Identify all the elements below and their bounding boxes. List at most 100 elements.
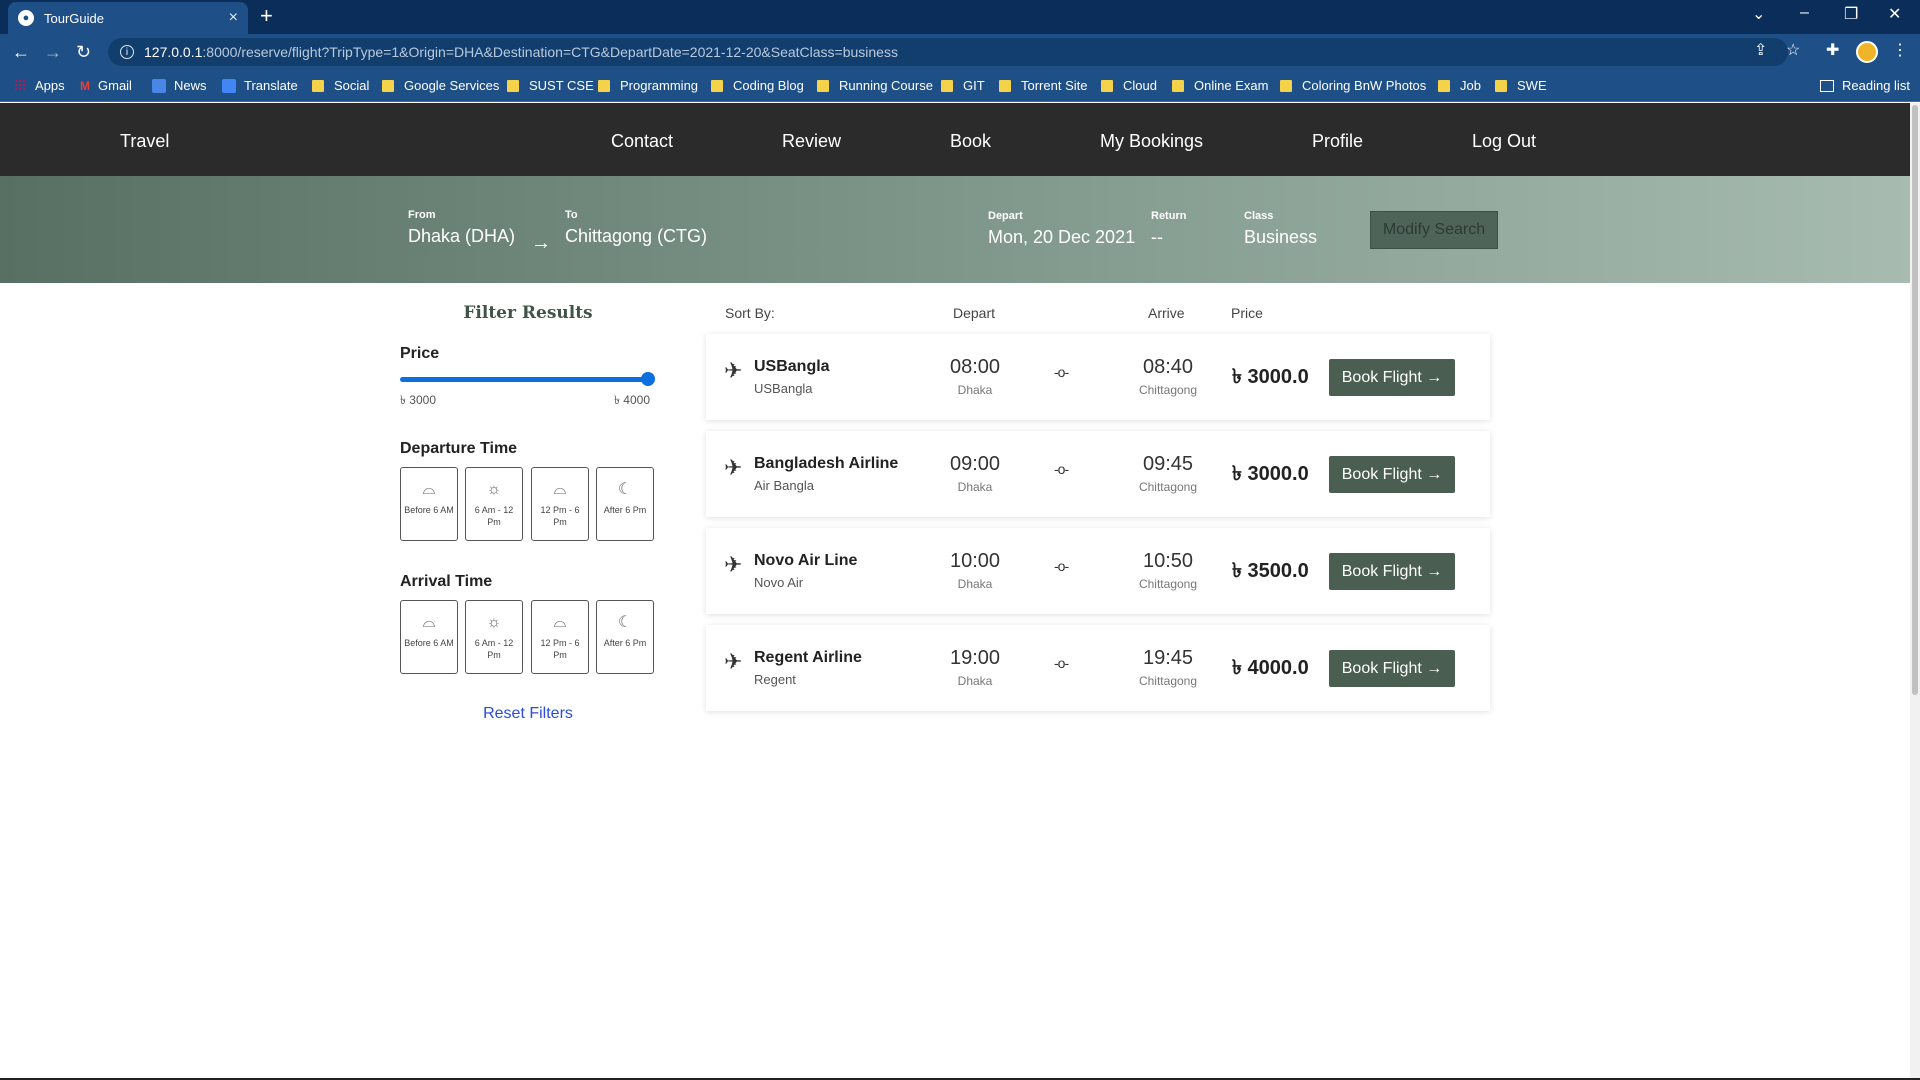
reading-list-icon (1820, 79, 1834, 92)
bookmark-star-icon[interactable]: ☆ (1786, 40, 1800, 60)
flight-price: ৳ 3000.0 (1232, 366, 1309, 388)
plane-departure-icon: ✈ (724, 552, 743, 577)
back-icon[interactable]: ← (12, 42, 30, 62)
price-slider-track[interactable] (400, 377, 654, 382)
book-flight-button[interactable]: Book Flight → (1329, 359, 1455, 396)
bookmark-folder[interactable]: Programming (598, 78, 698, 93)
search-summary: From Dhaka (DHA) → To Chittagong (CTG) D… (0, 176, 1910, 283)
extensions-icon[interactable]: ✚ (1826, 40, 1839, 60)
close-window-icon[interactable]: ✕ (1888, 4, 1901, 24)
bookmark-folder[interactable]: Coloring BnW Photos (1280, 78, 1426, 93)
to-label: To (565, 209, 578, 221)
arrive-city: Chittagong (1138, 383, 1198, 397)
bookmark-folder[interactable]: SWE (1495, 78, 1547, 93)
browser-toolbar: ← → ↻ i 127.0.0.1:8000/reserve/flight?Tr… (0, 34, 1920, 70)
reading-list[interactable]: Reading list (1820, 78, 1910, 93)
site-navbar: Travel Contact Review Book My Bookings P… (0, 103, 1910, 176)
bookmark-folder[interactable]: Social (312, 78, 369, 93)
duration-icon: -o- (1054, 461, 1069, 477)
book-flight-button[interactable]: Book Flight → (1329, 553, 1455, 590)
departure-slot-before-6am[interactable]: ⌓ Before 6 AM (400, 467, 458, 541)
from-label: From (408, 209, 436, 221)
arrive-time: 19:45 (1142, 647, 1194, 669)
nav-my-bookings[interactable]: My Bookings (1100, 131, 1203, 152)
page-scrollbar-thumb[interactable] (1912, 105, 1918, 695)
nav-contact[interactable]: Contact (611, 131, 673, 152)
modify-search-button[interactable]: Modify Search (1370, 211, 1498, 249)
bookmark-folder[interactable]: Online Exam (1172, 78, 1268, 93)
depart-time: 10:00 (949, 550, 1001, 572)
duration-icon: -o- (1054, 655, 1069, 671)
folder-icon (941, 79, 953, 92)
bookmark-folder[interactable]: GIT (941, 78, 985, 93)
tab-search-icon[interactable]: ⌄ (1752, 4, 1765, 24)
share-icon[interactable]: ⇪ (1754, 40, 1767, 60)
arrival-slot-morning[interactable]: ☼ 6 Am - 12 Pm (465, 600, 523, 674)
reload-icon[interactable]: ↻ (76, 42, 91, 62)
arrival-slot-before-6am[interactable]: ⌓ Before 6 AM (400, 600, 458, 674)
departure-slot-night[interactable]: ☾ After 6 Pm (596, 467, 654, 541)
airline-code: Regent (754, 672, 796, 687)
airline-code: USBangla (754, 381, 813, 396)
bookmark-folder[interactable]: Cloud (1101, 78, 1157, 93)
site-info-icon[interactable]: i (120, 45, 134, 59)
arrival-slot-night[interactable]: ☾ After 6 Pm (596, 600, 654, 674)
nav-review[interactable]: Review (782, 131, 841, 152)
depart-time: 08:00 (949, 356, 1001, 378)
flight-card: ✈ Novo Air Line Novo Air 10:00 Dhaka -o-… (706, 528, 1490, 614)
reset-filters-link[interactable]: Reset Filters (400, 705, 656, 723)
arrive-city: Chittagong (1138, 674, 1198, 688)
departure-time-label: Departure Time (400, 440, 518, 457)
airline-name: Regent Airline (754, 649, 862, 666)
sort-depart[interactable]: Depart (953, 305, 995, 321)
folder-icon (312, 79, 324, 92)
new-tab-icon[interactable]: + (260, 5, 273, 27)
sun-icon: ☼ (486, 481, 502, 498)
bookmark-folder[interactable]: Job (1438, 78, 1481, 93)
restore-icon[interactable]: ❐ (1844, 4, 1858, 24)
arrival-slot-afternoon[interactable]: ⌓ 12 Pm - 6 Pm (531, 600, 589, 674)
sort-price[interactable]: Price (1231, 305, 1263, 321)
forward-icon[interactable]: → (44, 42, 62, 62)
sun-icon: ☼ (486, 614, 502, 631)
depart-time: 09:00 (949, 453, 1001, 475)
bookmark-folder[interactable]: Torrent Site (999, 78, 1087, 93)
bookmark-folder[interactable]: Coding Blog (711, 78, 804, 93)
departure-slot-afternoon[interactable]: ⌓ 12 Pm - 6 Pm (531, 467, 589, 541)
sunset-icon: ⌓ (553, 614, 567, 631)
bookmark-folder[interactable]: SUST CSE (507, 78, 594, 93)
address-bar[interactable]: i 127.0.0.1:8000/reserve/flight?TripType… (108, 38, 1788, 66)
bookmark-translate[interactable]: Translate (222, 78, 298, 93)
airline-name: USBangla (754, 358, 830, 375)
sort-arrive[interactable]: Arrive (1148, 305, 1185, 321)
browser-tab[interactable]: ● TourGuide × (8, 2, 248, 34)
bookmark-news[interactable]: News (152, 78, 207, 93)
plane-departure-icon: ✈ (724, 649, 743, 674)
departure-slot-morning[interactable]: ☼ 6 Am - 12 Pm (465, 467, 523, 541)
nav-logout[interactable]: Log Out (1472, 131, 1536, 152)
duration-icon: -o- (1054, 558, 1069, 574)
arrive-time: 08:40 (1142, 356, 1194, 378)
nav-book[interactable]: Book (950, 131, 991, 152)
moon-icon: ☾ (617, 481, 633, 498)
folder-icon (1495, 79, 1507, 92)
book-flight-button[interactable]: Book Flight → (1329, 650, 1455, 687)
return-label: Return (1151, 210, 1187, 222)
bookmark-folder[interactable]: Google Services (382, 78, 499, 93)
plane-departure-icon: ✈ (724, 358, 743, 383)
bookmark-folder[interactable]: Running Course (817, 78, 933, 93)
class-value: Business (1244, 227, 1318, 247)
airline-code: Novo Air (754, 575, 804, 590)
profile-avatar[interactable] (1856, 41, 1878, 63)
menu-icon[interactable]: ⋮ (1892, 40, 1908, 60)
price-slider-thumb[interactable] (641, 372, 655, 386)
arrive-time: 10:50 (1142, 550, 1194, 572)
nav-profile[interactable]: Profile (1312, 131, 1363, 152)
close-tab-icon[interactable]: × (229, 9, 238, 27)
bookmark-apps[interactable]: Apps (14, 78, 65, 93)
brand-link[interactable]: Travel (120, 131, 169, 152)
book-flight-button[interactable]: Book Flight → (1329, 456, 1455, 493)
minimize-icon[interactable]: – (1800, 4, 1809, 22)
class-label: Class (1244, 210, 1274, 222)
bookmark-gmail[interactable]: M Gmail (80, 78, 132, 93)
